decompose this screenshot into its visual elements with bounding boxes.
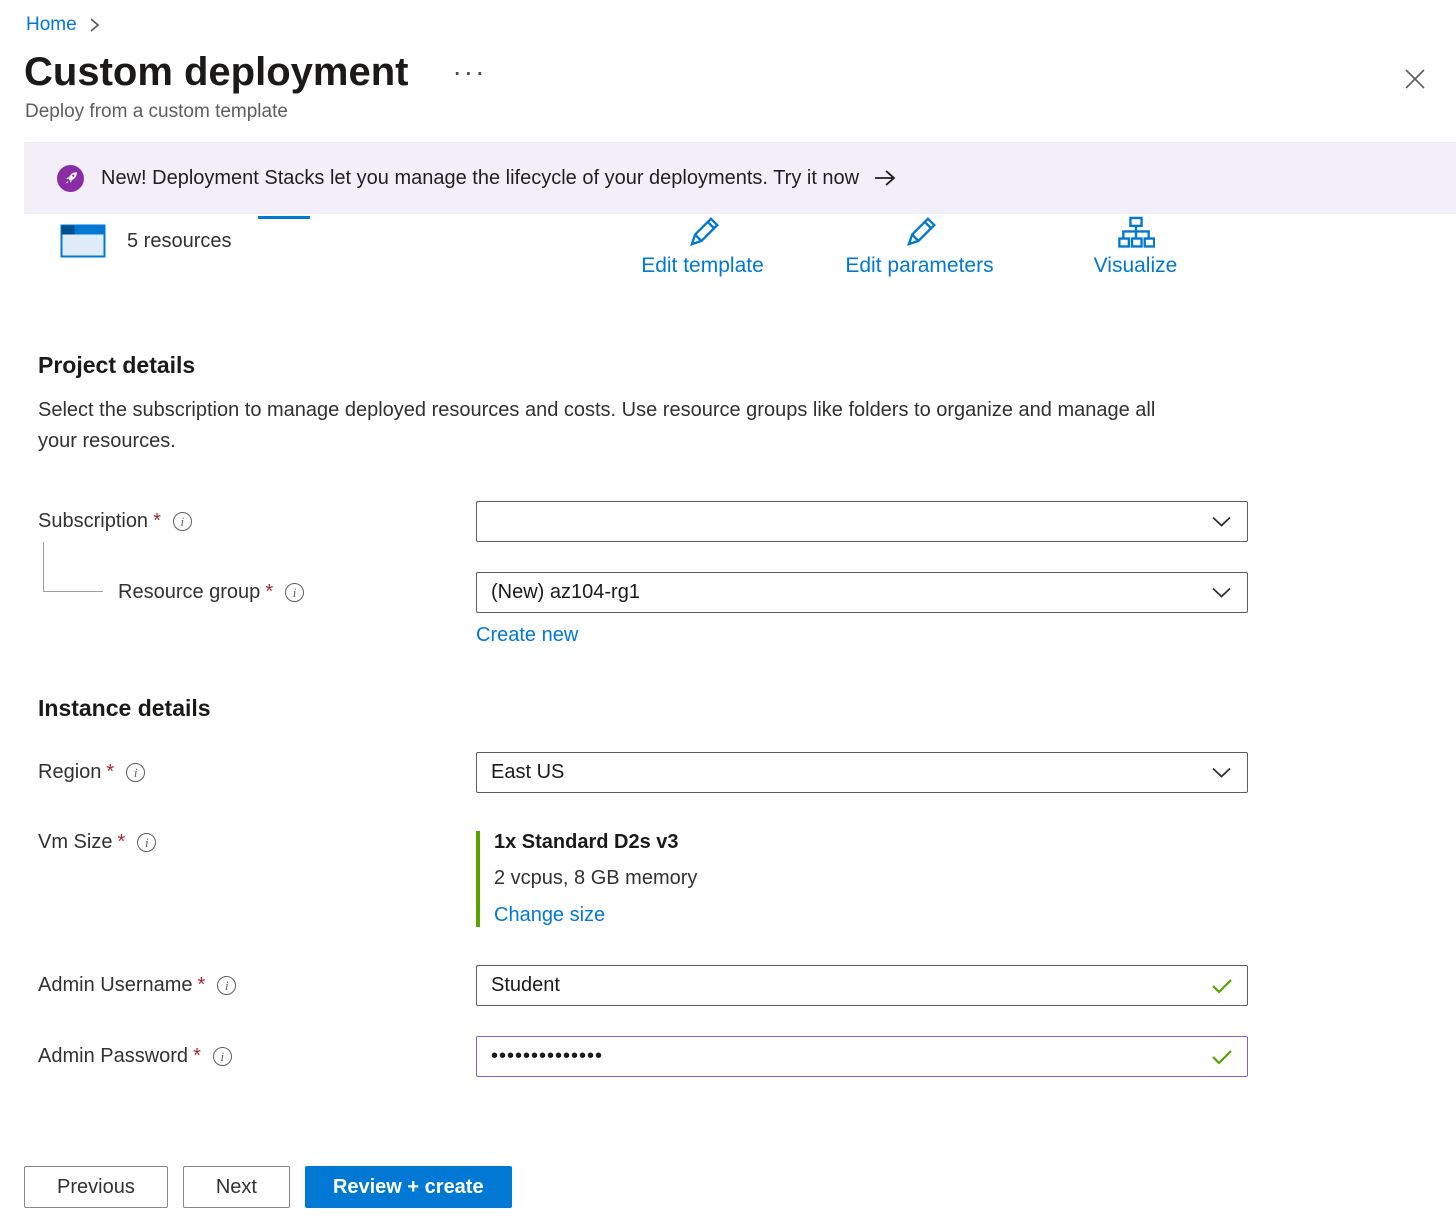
required-marker: * bbox=[117, 831, 125, 854]
tree-connector-line bbox=[43, 542, 103, 592]
vm-size-label: Vm Size bbox=[38, 831, 112, 854]
create-new-row: Create new bbox=[38, 624, 1456, 647]
admin-username-value: Student bbox=[491, 974, 560, 997]
subscription-row: Subscription * i bbox=[38, 501, 1456, 542]
cropped-link-fragment bbox=[258, 216, 310, 219]
project-details-description: Select the subscription to manage deploy… bbox=[0, 395, 1190, 457]
resource-group-row: Resource group * i (New) az104-rg1 bbox=[38, 572, 1456, 613]
next-button[interactable]: Next bbox=[183, 1166, 290, 1208]
edit-template-button[interactable]: Edit template bbox=[600, 214, 805, 278]
admin-password-label: Admin Password bbox=[38, 1045, 188, 1068]
info-icon[interactable]: i bbox=[213, 1047, 232, 1066]
breadcrumb-home-link[interactable]: Home bbox=[26, 14, 77, 36]
chevron-down-icon bbox=[1212, 516, 1231, 527]
project-details-heading: Project details bbox=[0, 352, 1456, 379]
breadcrumb: Home bbox=[0, 0, 1456, 36]
pencil-icon bbox=[807, 214, 1032, 252]
subscription-label-group: Subscription * i bbox=[38, 510, 476, 533]
deployment-form: Subscription * i Resource group * i (New… bbox=[0, 501, 1456, 1077]
info-icon[interactable]: i bbox=[217, 976, 236, 995]
rocket-icon bbox=[57, 165, 84, 192]
region-row: Region * i East US bbox=[38, 752, 1456, 793]
vm-size-summary: 1x Standard D2s v3 2 vcpus, 8 GB memory … bbox=[476, 831, 1248, 927]
change-size-link[interactable]: Change size bbox=[494, 904, 605, 926]
vm-size-value: 1x Standard D2s v3 bbox=[494, 831, 1248, 854]
required-marker: * bbox=[265, 581, 273, 604]
page-title: Custom deployment bbox=[24, 50, 408, 94]
edit-parameters-button[interactable]: Edit parameters bbox=[807, 214, 1032, 278]
chevron-down-icon bbox=[1212, 767, 1231, 778]
previous-button[interactable]: Previous bbox=[24, 1166, 168, 1208]
template-resource-count: 5 resources bbox=[127, 230, 232, 253]
banner-text: New! Deployment Stacks let you manage th… bbox=[101, 167, 859, 190]
admin-password-label-group: Admin Password * i bbox=[38, 1045, 476, 1068]
region-value: East US bbox=[491, 761, 564, 784]
more-menu-icon[interactable]: ··· bbox=[452, 58, 486, 94]
sitemap-icon bbox=[1043, 214, 1228, 252]
region-dropdown[interactable]: East US bbox=[476, 752, 1248, 793]
visualize-label: Visualize bbox=[1094, 254, 1178, 277]
edit-template-label: Edit template bbox=[641, 254, 764, 277]
chevron-down-icon bbox=[1212, 587, 1231, 598]
info-icon[interactable]: i bbox=[126, 763, 145, 782]
arrow-right-icon bbox=[873, 169, 897, 187]
vm-size-row: Vm Size * i 1x Standard D2s v3 2 vcpus, … bbox=[38, 831, 1456, 927]
admin-username-input[interactable]: Student bbox=[476, 965, 1248, 1006]
admin-password-value: •••••••••••••• bbox=[491, 1045, 603, 1068]
admin-username-row: Admin Username * i Student bbox=[38, 965, 1456, 1006]
info-icon[interactable]: i bbox=[137, 833, 156, 852]
template-icon bbox=[60, 222, 106, 260]
admin-password-row: Admin Password * i •••••••••••••• bbox=[38, 1036, 1456, 1077]
info-icon[interactable]: i bbox=[285, 583, 304, 602]
admin-username-label-group: Admin Username * i bbox=[38, 974, 476, 997]
chevron-right-icon bbox=[89, 17, 100, 33]
resource-group-value: (New) az104-rg1 bbox=[491, 581, 640, 604]
template-summary: 5 resources Edit template Edit parameter… bbox=[0, 214, 1456, 318]
page-header: Custom deployment ··· bbox=[0, 50, 1456, 94]
close-icon[interactable] bbox=[1398, 62, 1432, 96]
deployment-stacks-banner[interactable]: New! Deployment Stacks let you manage th… bbox=[24, 142, 1456, 214]
resource-group-label-group: Resource group * i bbox=[38, 581, 476, 604]
resource-group-label: Resource group bbox=[118, 581, 260, 604]
vm-size-label-group: Vm Size * i bbox=[38, 831, 476, 854]
required-marker: * bbox=[153, 510, 161, 533]
visualize-button[interactable]: Visualize bbox=[1043, 214, 1228, 278]
pencil-icon bbox=[600, 214, 805, 252]
create-new-link[interactable]: Create new bbox=[476, 624, 578, 646]
region-label-group: Region * i bbox=[38, 761, 476, 784]
checkmark-icon bbox=[1211, 978, 1233, 994]
info-icon[interactable]: i bbox=[173, 512, 192, 531]
admin-password-input[interactable]: •••••••••••••• bbox=[476, 1036, 1248, 1077]
required-marker: * bbox=[198, 974, 206, 997]
required-marker: * bbox=[106, 761, 114, 784]
edit-parameters-label: Edit parameters bbox=[845, 254, 993, 277]
review-create-button[interactable]: Review + create bbox=[305, 1166, 512, 1208]
admin-username-label: Admin Username bbox=[38, 974, 193, 997]
custom-deployment-page: Home Custom deployment ··· Deploy from a… bbox=[0, 0, 1456, 1077]
required-marker: * bbox=[193, 1045, 201, 1068]
region-label: Region bbox=[38, 761, 101, 784]
wizard-footer: Previous Next Review + create bbox=[24, 1166, 512, 1208]
subscription-dropdown[interactable] bbox=[476, 501, 1248, 542]
vm-size-specs: 2 vcpus, 8 GB memory bbox=[494, 867, 1248, 890]
subscription-label: Subscription bbox=[38, 510, 148, 533]
page-subtitle: Deploy from a custom template bbox=[0, 101, 1456, 123]
instance-details-heading: Instance details bbox=[38, 695, 1456, 722]
resource-group-dropdown[interactable]: (New) az104-rg1 bbox=[476, 572, 1248, 613]
checkmark-icon bbox=[1211, 1049, 1233, 1065]
